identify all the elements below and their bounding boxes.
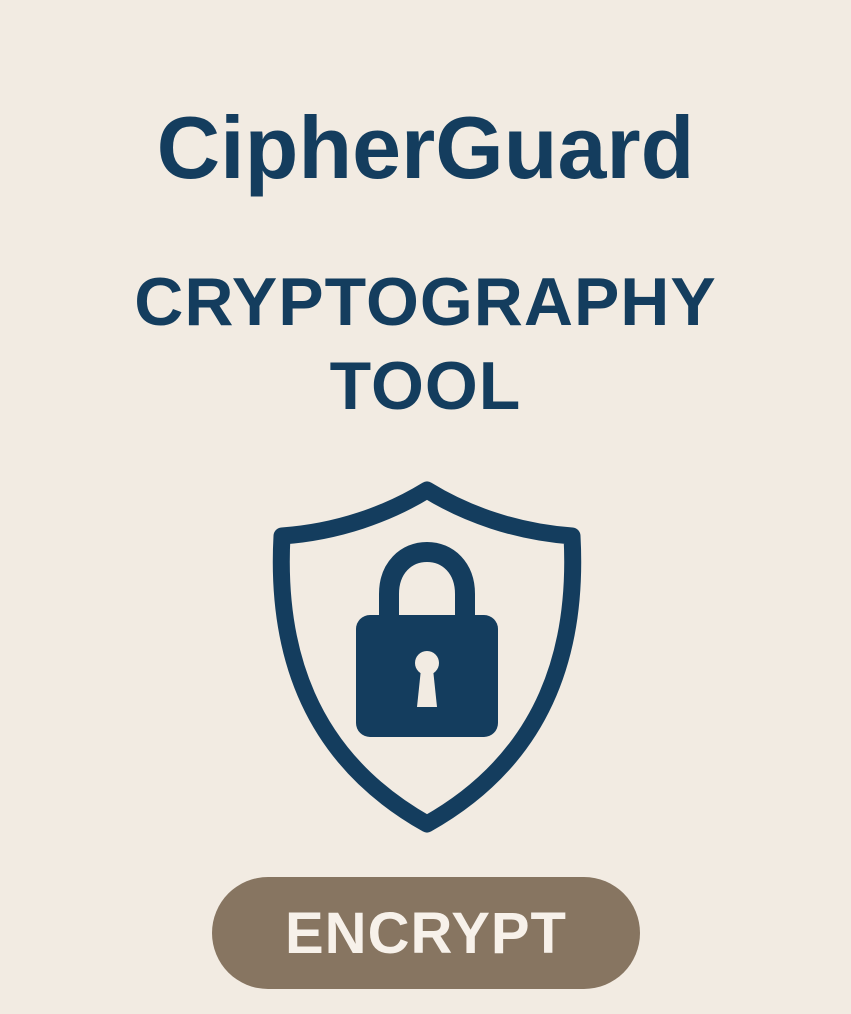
page-subtitle: CRYPTOGRAPHY TOOL xyxy=(0,260,851,428)
subtitle-line-1: CRYPTOGRAPHY xyxy=(134,264,717,340)
app-screen: CipherGuard CRYPTOGRAPHY TOOL ENCRYPT xyxy=(0,0,851,1014)
app-title: CipherGuard xyxy=(156,98,695,197)
subtitle-line-2: TOOL xyxy=(329,348,522,424)
encrypt-button[interactable]: ENCRYPT xyxy=(212,877,640,989)
padlock-shackle xyxy=(379,541,475,626)
shield-lock-icon xyxy=(268,476,586,838)
